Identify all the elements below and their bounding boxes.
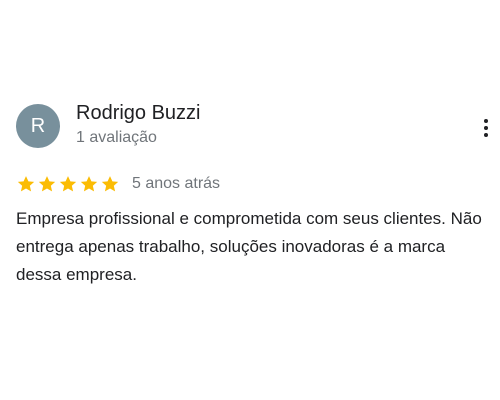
review-text: Empresa profissional e comprometida com … [16,209,482,284]
review-date: 5 anos atrás [132,175,221,192]
more-vert-icon [484,119,488,123]
author-block: Rodrigo Buzzi 1 avaliação [76,100,201,149]
author-name[interactable]: Rodrigo Buzzi [76,100,201,126]
more-options-button[interactable] [476,116,496,140]
star-icon [79,174,99,194]
star-icon [100,174,120,194]
rating-row: 5 anos atrás [16,172,220,196]
star-icon [16,174,36,194]
author-review-count: 1 avaliação [76,129,157,146]
more-vert-icon-dot [484,126,488,130]
more-vert-icon-dot [484,133,488,137]
star-icon [37,174,57,194]
avatar[interactable]: R [16,104,60,148]
star-icon [58,174,78,194]
avatar-letter: R [30,114,46,137]
star-rating [16,174,120,194]
review-card: R Rodrigo Buzzi 1 avaliação 5 anos atrás… [0,0,500,400]
